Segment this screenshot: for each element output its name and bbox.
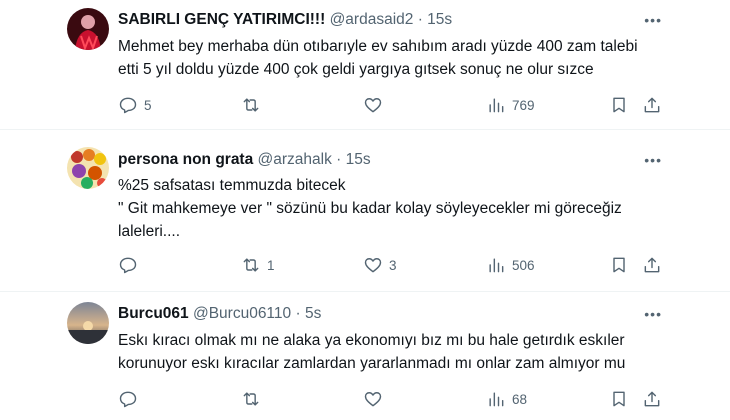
reply-icon [119,391,137,408]
separator: · [336,151,342,168]
more-options-icon[interactable]: ••• [644,152,662,168]
share-button[interactable] [642,253,662,277]
bookmark-button[interactable] [609,387,629,411]
tweet[interactable]: persona non grata @arzahalk · 15s ••• %2… [0,140,730,292]
tweet-text-line: Mehmet bey merhaba dün otıbarıyle ev sah… [118,38,638,55]
tweet-text-line: %25 safsatası temmuzda bitecek [118,177,346,194]
tweet-text-line: Eskı kıracı olmak mı ne alaka ya ekonomı… [118,332,625,349]
bookmark-icon [613,391,625,407]
user-handle[interactable]: @arzahalk [258,151,332,168]
tweet-header: SABIRLI GENÇ YATIRIMCI!!! @ardasaid2 · 1… [118,10,452,30]
views-button[interactable]: 506 [486,253,535,277]
like-button[interactable] [363,93,389,117]
like-button[interactable] [363,387,389,411]
view-count: 769 [512,97,535,113]
tweet-header: persona non grata @arzahalk · 15s [118,150,371,170]
tweet-text-line: laleleri.... [118,223,181,240]
more-options-icon[interactable]: ••• [644,12,662,28]
views-button[interactable]: 769 [486,93,535,117]
retweet-button[interactable] [241,387,267,411]
display-name[interactable]: SABIRLI GENÇ YATIRIMCI!!! [118,11,325,28]
timestamp[interactable]: 15s [427,11,452,28]
like-count: 3 [389,257,397,273]
share-button[interactable] [642,93,662,117]
tweet-header: Burcu061 @Burcu06110 · 5s [118,304,321,324]
tweet-actions: 1 3 506 [118,253,663,277]
user-handle[interactable]: @ardasaid2 [330,11,414,28]
analytics-icon [489,258,504,273]
view-count: 68 [512,391,528,407]
retweet-icon [243,98,259,112]
views-button[interactable]: 68 [486,387,527,411]
tweet[interactable]: SABIRLI GENÇ YATIRIMCI!!! @ardasaid2 · 1… [0,0,730,130]
reply-button[interactable] [118,387,144,411]
reply-count: 5 [144,97,152,113]
timestamp[interactable]: 5s [305,305,321,322]
heart-icon [364,392,382,407]
reply-button[interactable] [118,253,144,277]
heart-icon [364,98,382,113]
separator: · [417,11,423,28]
tweet-actions: 68 [118,387,663,411]
share-button[interactable] [642,387,662,411]
reply-icon [119,97,137,114]
timestamp[interactable]: 15s [346,151,371,168]
avatar[interactable] [67,8,109,50]
tweet-text: Eskı kıracı olmak mı ne alaka ya ekonomı… [118,329,678,375]
tweet-text: Mehmet bey merhaba dün otıbarıyle ev sah… [118,35,678,81]
analytics-icon [489,98,504,113]
tweet-feed: SABIRLI GENÇ YATIRIMCI!!! @ardasaid2 · 1… [0,0,730,420]
share-icon [644,257,660,273]
more-options-icon[interactable]: ••• [644,306,662,322]
bookmark-button[interactable] [609,93,629,117]
bookmark-button[interactable] [609,253,629,277]
tweet-actions: 5 769 [118,93,663,117]
like-button[interactable]: 3 [363,253,397,277]
display-name[interactable]: persona non grata [118,151,253,168]
retweet-button[interactable] [241,93,267,117]
tweet[interactable]: Burcu061 @Burcu06110 · 5s ••• Eskı kırac… [0,294,730,420]
retweet-icon [243,392,259,406]
tweet-text-line: " Git mahkemeye ver " sözünü bu kadar ko… [118,200,622,217]
tweet-text-line: etti 5 yıl doldu yüzde 400 çok geldi yar… [118,61,594,78]
reply-icon [119,257,137,274]
tweet-text-line: korunuyor eskı kıracılar zamlardan yarar… [118,355,626,372]
tweet-text: %25 safsatası temmuzda bitecek " Git mah… [118,174,678,243]
share-icon [644,97,660,113]
avatar[interactable] [67,147,109,189]
reply-button[interactable]: 5 [118,93,152,117]
bookmark-icon [613,97,625,113]
heart-icon [364,258,382,273]
display-name[interactable]: Burcu061 [118,305,189,322]
avatar[interactable] [67,302,109,344]
retweet-icon [243,258,259,272]
retweet-button[interactable]: 1 [241,253,275,277]
bookmark-icon [613,257,625,273]
share-icon [644,391,660,407]
retweet-count: 1 [267,257,275,273]
separator: · [295,305,301,322]
user-handle[interactable]: @Burcu06110 [193,305,291,322]
analytics-icon [489,392,504,407]
view-count: 506 [512,257,535,273]
